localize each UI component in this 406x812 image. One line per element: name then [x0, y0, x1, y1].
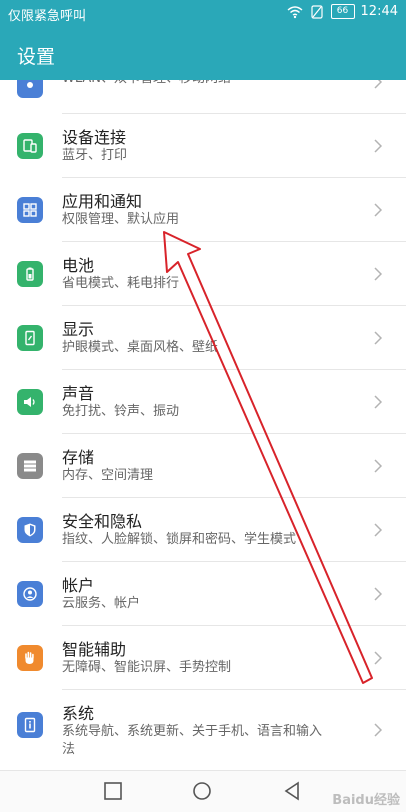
navigation-bar: Baidu经验: [0, 770, 406, 812]
back-icon[interactable]: [282, 781, 302, 801]
annotation-arrow: [163, 231, 373, 684]
recent-apps-icon[interactable]: [103, 781, 123, 801]
home-icon[interactable]: [192, 781, 212, 801]
watermark: Baidu经验: [332, 793, 400, 808]
